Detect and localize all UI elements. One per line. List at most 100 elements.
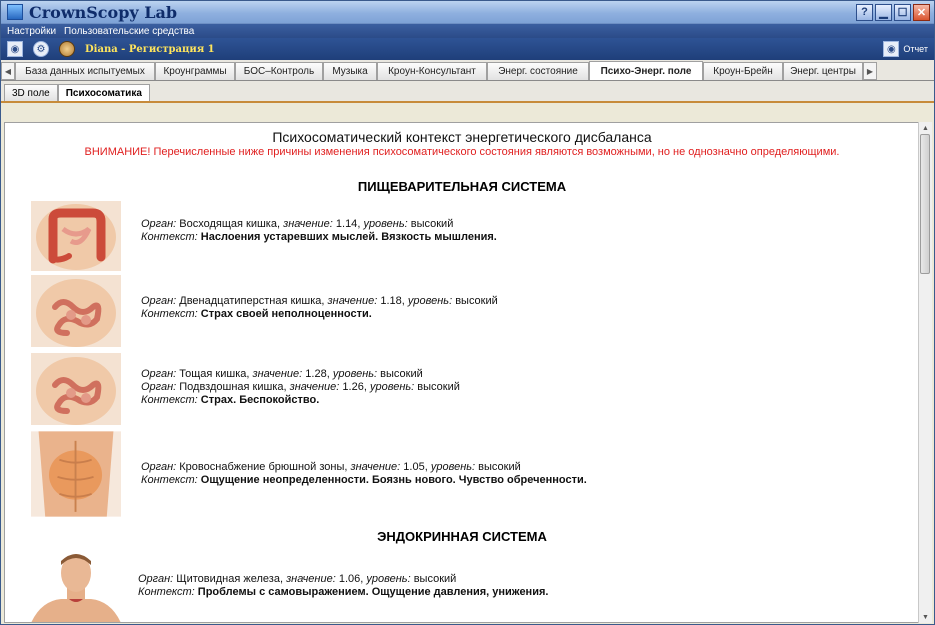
organ-level: высокий [478,461,521,473]
level-label: уровень: [407,295,453,307]
menu-item-settings[interactable]: Настройки [7,26,56,37]
context-line: Контекст: Ощущение неопределенности. Боя… [141,474,587,487]
tab-energy-state[interactable]: Энерг. состояние [487,62,589,80]
maximize-button[interactable]: ☐ [894,3,911,21]
vertical-scrollbar[interactable]: ▲ ▼ [918,122,932,623]
organ-label: Орган: [141,381,177,393]
context-line: Контекст: Наслоения устаревших мыслей. В… [141,231,497,244]
scroll-down-icon[interactable]: ▼ [919,611,932,623]
session-label: Diana - Регистрация 1 [85,44,215,55]
organ-line: Орган: Тощая кишка, значение: 1.28, уров… [141,368,423,380]
value-label: значение: [289,381,340,393]
title-bar[interactable]: CrownScopy Lab ? ▁ ☐ ✕ [1,1,934,24]
entry-text: Орган: Двенадцатиперстная кишка, значени… [141,295,498,321]
warning-text: ВНИМАНИЕ! Перечисленные ниже причины изм… [84,146,840,158]
intestine-icon [31,353,121,425]
organ-name: Подвздошная кишка [179,381,284,393]
organ-value: 1.26 [342,381,364,393]
report-content: Психосоматический контекст энергетическо… [4,122,920,623]
context-line: Контекст: Страх. Беспокойство. [141,394,460,407]
organ-value: 1.06 [338,573,361,585]
organ-name: Двенадцатиперстная кишка [179,295,322,307]
organ-label: Орган: [141,461,177,473]
minimize-button[interactable]: ▁ [875,3,892,21]
value-label: значение: [286,573,336,585]
context-label: Контекст: [141,308,198,320]
value-label: значение: [252,368,303,380]
organ-name: Кровоснабжение брюшной зоны [179,461,345,473]
organ-line: Орган: Щитовидная железа, значение: 1.06… [138,573,457,585]
entry-text: Орган: Щитовидная железа, значение: 1.06… [138,573,548,599]
organ-value: 1.14 [335,218,358,230]
level-label: уровень: [332,368,378,380]
level-label: уровень: [363,218,408,230]
tab-music[interactable]: Музыка [323,62,377,80]
tab-scroll-left-icon[interactable]: ◀ [1,62,15,80]
context-line: Контекст: Проблемы с самовыражением. Ощу… [138,586,548,599]
value-label: значение: [283,218,333,230]
context-label: Контекст: [141,474,198,486]
user-bar: ◉ ⚙ Diana - Регистрация 1 ◉ Отчет [1,38,934,60]
tab-scroll-right-icon[interactable]: ▶ [863,62,877,80]
organ-label: Орган: [138,573,174,585]
context-label: Контекст: [141,231,198,243]
level-label: уровень: [369,381,415,393]
organ-name: Тощая кишка [179,368,247,380]
tab-crowngrams[interactable]: Кроунграммы [155,62,235,80]
organ-line: Орган: Двенадцатиперстная кишка, значени… [141,295,498,307]
context-text: Ощущение неопределенности. Боязнь нового… [200,474,587,486]
organ-value: 1.05 [403,461,425,473]
report-label: Отчет [903,44,928,54]
menu-item-user-tools[interactable]: Пользовательские средства [64,26,194,37]
settings-icon[interactable]: ⚙ [33,41,49,57]
tab-bos-control[interactable]: БОС–Контроль [235,62,323,80]
menu-bar: Настройки Пользовательские средства [1,24,934,38]
organ-value: 1.18 [380,295,402,307]
context-label: Контекст: [138,586,195,598]
organ-line: Орган: Восходящая кишка, значение: 1.14,… [141,218,454,230]
app-title: CrownScopy Lab [29,2,178,22]
organ-label: Орган: [141,295,177,307]
entry-text: Орган: Восходящая кишка, значение: 1.14,… [141,218,497,244]
organ-level: высокий [410,218,454,230]
user-name: Diana [85,43,118,55]
report-icon: ◉ [883,41,900,57]
tab-crown-brain[interactable]: Кроун-Брейн [703,62,783,80]
scroll-up-icon[interactable]: ▲ [919,122,932,134]
report-button[interactable]: ◉ Отчет [883,41,928,57]
organ-line: Орган: Кровоснабжение брюшной зоны, знач… [141,461,521,473]
session-name: Регистрация 1 [128,43,215,55]
level-label: уровень: [430,461,476,473]
user-avatar-icon [59,41,75,57]
tab-subjects-db[interactable]: База данных испытуемых [15,62,155,80]
subtab-psychosomatics[interactable]: Психосоматика [57,84,150,101]
organ-level: высокий [417,381,460,393]
scroll-thumb[interactable] [920,134,930,274]
organ-name: Щитовидная железа [176,573,280,585]
section-title-endocrine: ЭНДОКРИННАЯ СИСТЕМА [377,529,547,544]
camera-icon[interactable]: ◉ [7,41,23,57]
organ-level: высокий [455,295,498,307]
level-label: уровень: [366,573,411,585]
tab-crown-consultant[interactable]: Кроун-Консультант [377,62,487,80]
help-button[interactable]: ? [856,3,873,21]
close-button[interactable]: ✕ [913,3,930,21]
section-title-digestive: ПИЩЕВАРИТЕЛЬНАЯ СИСТЕМА [357,179,567,194]
intestine-icon [31,275,121,347]
thyroid-icon [31,551,121,622]
context-line: Контекст: Страх своей неполноценности. [141,308,498,321]
context-text: Страх. Беспокойство. [200,394,320,406]
context-text: Страх своей неполноценности. [200,308,372,320]
value-label: значение: [327,295,378,307]
page-title: Психосоматический контекст энергетическо… [272,129,652,145]
tab-energy-centers[interactable]: Энерг. центры [783,62,863,80]
sub-tabs: 3D поле Психосоматика [1,81,934,103]
abdomen-icon [31,431,121,517]
tab-psycho-energy-field[interactable]: Психо-Энерг. поле [589,61,703,80]
organ-value: 1.28 [305,368,327,380]
window-controls: ? ▁ ☐ ✕ [856,3,930,21]
organ-name: Восходящая кишка [179,218,277,230]
subtab-3d-field[interactable]: 3D поле [4,84,58,101]
entry-text: Орган: Тощая кишка, значение: 1.28, уров… [141,368,460,407]
organ-level: высокий [413,573,457,585]
